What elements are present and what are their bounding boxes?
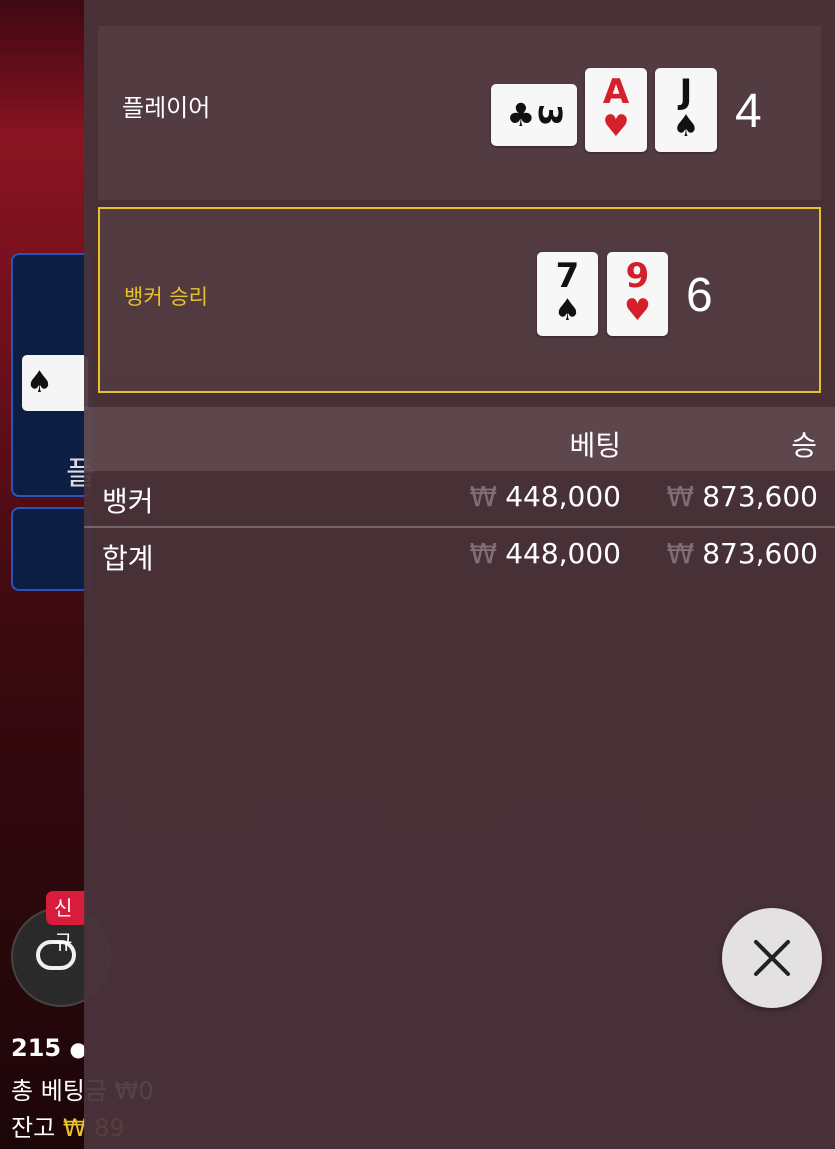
won-symbol: ₩ (666, 480, 695, 513)
player-count-value: 215 (11, 1034, 62, 1062)
total-row-win: ₩873,600 (667, 537, 818, 570)
bets-table-header (84, 407, 835, 471)
balance-label: 잔고 (11, 1114, 56, 1142)
card-suit: ♥ (602, 109, 630, 144)
banker-win-label: 뱅커 승리 (124, 285, 208, 309)
total-row-amount: ₩448,000 (470, 537, 621, 570)
card-suit: ♠ (554, 293, 581, 328)
player-count: 215 ● (11, 1034, 87, 1062)
card-rank: 7 (555, 256, 580, 296)
won-symbol: ₩ (469, 537, 498, 570)
win-amount: 873,600 (702, 480, 818, 513)
bet-amount: 448,000 (505, 480, 621, 513)
total-bet-amount: 448,000 (505, 537, 621, 570)
total-win-amount: 873,600 (702, 537, 818, 570)
player-card-2: A ♥ (585, 68, 647, 152)
balance-currency: ₩ (62, 1114, 87, 1142)
card-rank: 3 (531, 103, 570, 127)
bet-row-win: ₩873,600 (667, 480, 818, 513)
banker-score: 6 (686, 269, 713, 322)
card-rank: J (679, 72, 693, 112)
player-score: 4 (735, 85, 762, 138)
player-card-3: J ♠ (655, 68, 717, 152)
card-suit: ♥ (624, 293, 651, 328)
new-badge: 신규 (46, 891, 86, 954)
card-rank: 9 (625, 256, 650, 296)
bet-row-label: 뱅커 (102, 485, 154, 518)
total-row-label: 합계 (102, 542, 154, 575)
header-win: 승 (791, 429, 817, 462)
banker-card-2: 9 ♥ (607, 252, 668, 336)
close-icon (754, 940, 790, 976)
card-suit: ♠ (672, 109, 700, 144)
player-label: 플레이어 (122, 94, 211, 122)
secondary-bet-tile[interactable] (11, 507, 91, 591)
close-button[interactable] (722, 908, 822, 1008)
player-card-1: ♣ 3 (491, 84, 577, 146)
bet-row-amount: ₩448,000 (470, 480, 621, 513)
header-bet: 베팅 (569, 429, 621, 462)
card-rank: A (602, 72, 630, 112)
peek-card: ♠ (22, 355, 88, 411)
won-symbol: ₩ (469, 480, 498, 513)
banker-card-1: 7 ♠ (537, 252, 598, 336)
table-divider (84, 526, 835, 528)
won-symbol: ₩ (666, 537, 695, 570)
